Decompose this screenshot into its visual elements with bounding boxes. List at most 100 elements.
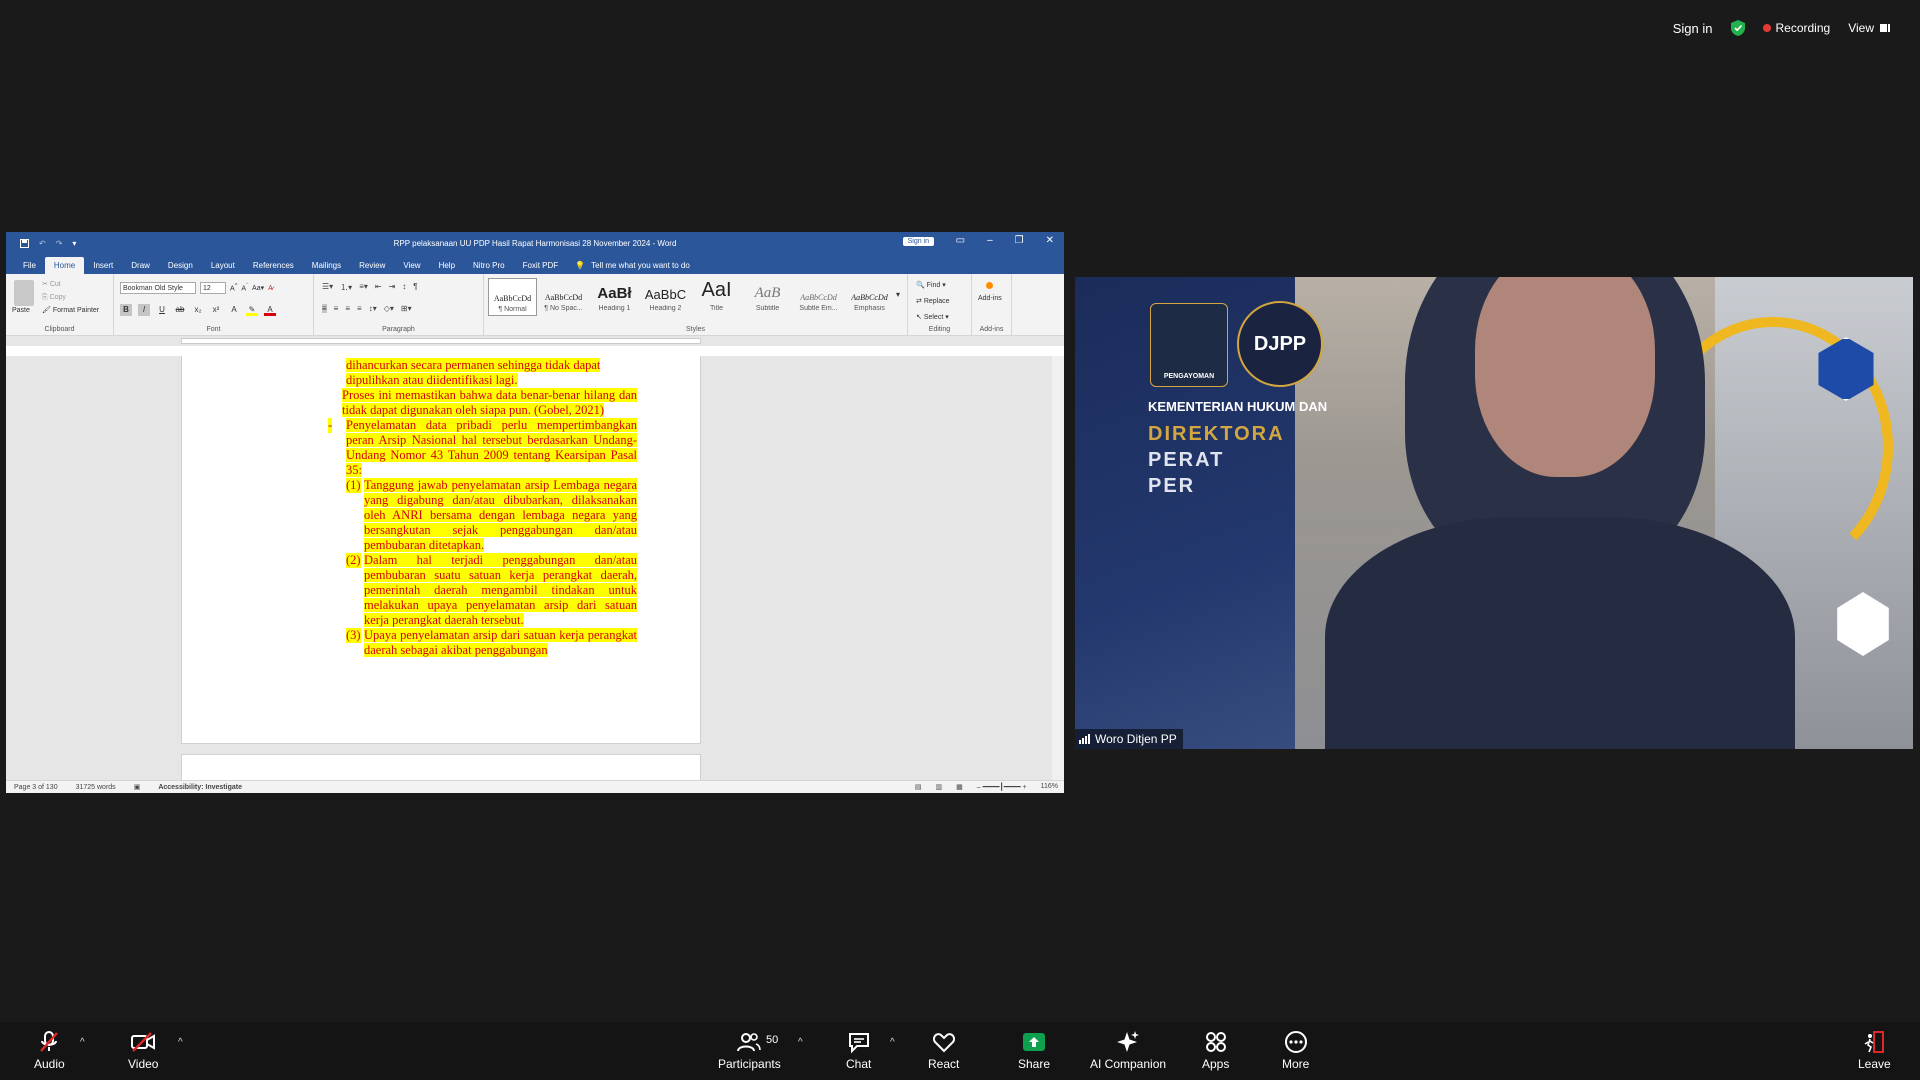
- web-layout-icon[interactable]: ▦: [956, 783, 963, 791]
- share-label: Share: [1018, 1057, 1051, 1071]
- align-left-icon[interactable]: ≡: [322, 304, 327, 313]
- shading-icon[interactable]: ◇▾: [384, 304, 394, 313]
- text-effects-icon[interactable]: A: [228, 304, 240, 316]
- more-button[interactable]: More: [1282, 1030, 1309, 1071]
- align-right-icon[interactable]: ≡: [345, 304, 350, 313]
- paste-icon[interactable]: [14, 280, 34, 306]
- encryption-shield-icon[interactable]: [1730, 20, 1745, 36]
- tab-design[interactable]: Design: [159, 257, 202, 274]
- focus-icon[interactable]: ▤: [915, 783, 922, 791]
- font-size-select[interactable]: 12: [200, 282, 226, 294]
- participants-caret-icon[interactable]: ^: [798, 1037, 803, 1048]
- borders-icon[interactable]: ⊞▾: [401, 304, 412, 313]
- sort-icon[interactable]: ↕: [402, 282, 406, 293]
- tab-foxit-pdf[interactable]: Foxit PDF: [514, 257, 568, 274]
- find-button[interactable]: 🔍 Find ▾: [916, 278, 950, 294]
- addins-button[interactable]: Add-ins: [978, 282, 1002, 302]
- recording-indicator[interactable]: Recording: [1762, 21, 1830, 35]
- tab-insert[interactable]: Insert: [84, 257, 122, 274]
- tab-home[interactable]: Home: [44, 257, 85, 274]
- subscript-icon[interactable]: x₂: [192, 304, 204, 316]
- leave-button[interactable]: Leave: [1858, 1030, 1891, 1071]
- minimize-icon[interactable]: –: [987, 235, 993, 246]
- vertical-scrollbar[interactable]: [1052, 356, 1064, 780]
- shrink-font-icon[interactable]: Aˇ: [241, 283, 248, 292]
- document-text[interactable]: dihancurkan secara permanen sehingga tid…: [328, 358, 637, 658]
- video-button[interactable]: Video: [128, 1030, 158, 1071]
- show-marks-icon[interactable]: ¶: [413, 282, 417, 293]
- clipboard-group-label: Clipboard: [44, 326, 75, 333]
- style-subtitle[interactable]: AaB Subtitle: [743, 278, 792, 316]
- apps-button[interactable]: Apps: [1202, 1030, 1229, 1071]
- ribbon-display-icon[interactable]: ▭: [956, 235, 965, 246]
- bold-icon[interactable]: B: [120, 304, 132, 316]
- video-options-caret-icon[interactable]: ^: [178, 1037, 183, 1048]
- style-subtle-emphasis[interactable]: AaBbCcDd Subtle Em...: [794, 278, 843, 316]
- word-sign-in-button[interactable]: Sign in: [902, 237, 934, 246]
- font-color-icon[interactable]: A: [264, 304, 276, 316]
- copy-button[interactable]: ⎘ Copy: [42, 291, 99, 304]
- share-button[interactable]: Share: [1018, 1030, 1050, 1071]
- replace-button[interactable]: ⇄ Replace: [916, 294, 950, 310]
- close-icon[interactable]: ✕: [1046, 235, 1054, 246]
- style-emphasis[interactable]: AaBbCcDd Emphasis: [845, 278, 894, 316]
- italic-icon[interactable]: I: [138, 304, 150, 316]
- highlight-color-icon[interactable]: ✎: [246, 304, 258, 316]
- increase-indent-icon[interactable]: ⇥: [389, 282, 396, 293]
- chat-caret-icon[interactable]: ^: [890, 1037, 895, 1048]
- zoom-slider[interactable]: – ━━━━┃━━━━ +: [977, 783, 1027, 791]
- proofing-icon[interactable]: ▣: [134, 783, 141, 791]
- select-button[interactable]: ↖ Select ▾: [916, 310, 950, 326]
- zoom-level[interactable]: 116%: [1041, 783, 1058, 791]
- view-button[interactable]: View: [1848, 21, 1890, 35]
- document-next-page[interactable]: [181, 754, 701, 780]
- justify-icon[interactable]: ≡: [357, 304, 362, 313]
- chat-button[interactable]: Chat: [846, 1030, 871, 1071]
- strikethrough-icon[interactable]: ab: [174, 304, 186, 316]
- tab-file[interactable]: File: [14, 257, 45, 274]
- paste-button[interactable]: Paste: [12, 307, 30, 314]
- audio-options-caret-icon[interactable]: ^: [80, 1037, 85, 1048]
- clear-formatting-icon[interactable]: A̷: [268, 285, 273, 292]
- audio-button[interactable]: Audio: [34, 1030, 65, 1071]
- react-label: React: [928, 1057, 960, 1071]
- decrease-indent-icon[interactable]: ⇤: [375, 282, 382, 293]
- tab-mailings[interactable]: Mailings: [303, 257, 350, 274]
- restore-icon[interactable]: ❐: [1015, 235, 1024, 246]
- font-name-select[interactable]: Bookman Old Style: [120, 282, 196, 294]
- multilevel-list-icon[interactable]: ≡▾: [359, 282, 368, 293]
- page-count[interactable]: Page 3 of 130: [14, 784, 58, 791]
- participant-video-tile[interactable]: PENGAYOMAN DJPP KEMENTERIAN HUKUM DAN DI…: [1075, 277, 1913, 749]
- tab-layout[interactable]: Layout: [202, 257, 244, 274]
- format-painter-button[interactable]: 🖌 Format Painter: [42, 304, 99, 317]
- accessibility-status[interactable]: Accessibility: Investigate: [158, 784, 242, 791]
- tab-references[interactable]: References: [244, 257, 303, 274]
- tell-me-search[interactable]: 💡 Tell me what you want to do: [567, 257, 698, 274]
- style-no-spacing[interactable]: AaBbCcDd ¶ No Spac...: [539, 278, 588, 316]
- numbering-icon[interactable]: ⒈▾: [340, 282, 352, 293]
- word-count[interactable]: 31725 words: [76, 784, 116, 791]
- ai-companion-button[interactable]: AI Companion: [1090, 1030, 1166, 1071]
- tab-draw[interactable]: Draw: [122, 257, 159, 274]
- style-heading-1[interactable]: AaBł Heading 1: [590, 278, 639, 316]
- tab-help[interactable]: Help: [430, 257, 464, 274]
- align-center-icon[interactable]: ≡: [334, 304, 339, 313]
- style-normal[interactable]: AaBbCcDd ¶ Normal: [488, 278, 537, 316]
- print-layout-icon[interactable]: ▥: [936, 783, 943, 791]
- tab-review[interactable]: Review: [350, 257, 394, 274]
- grow-font-icon[interactable]: A^: [230, 283, 237, 292]
- react-button[interactable]: React: [928, 1030, 959, 1071]
- superscript-icon[interactable]: x²: [210, 304, 222, 316]
- zoom-sign-in-button[interactable]: Sign in: [1673, 21, 1713, 36]
- bullets-icon[interactable]: ☰▾: [322, 282, 333, 293]
- line-spacing-icon[interactable]: ↕▾: [369, 304, 377, 313]
- change-case-icon[interactable]: Aa▾: [252, 284, 264, 292]
- styles-more-icon[interactable]: ▾: [896, 278, 906, 316]
- style-title[interactable]: AaI Title: [692, 278, 741, 316]
- cut-button[interactable]: ✂ Cut: [42, 278, 99, 291]
- underline-icon[interactable]: U: [156, 304, 168, 316]
- document-page[interactable]: dihancurkan secara permanen sehingga tid…: [181, 356, 701, 744]
- tab-view[interactable]: View: [394, 257, 429, 274]
- tab-nitro-pro[interactable]: Nitro Pro: [464, 257, 514, 274]
- style-heading-2[interactable]: AaBbC Heading 2: [641, 278, 690, 316]
